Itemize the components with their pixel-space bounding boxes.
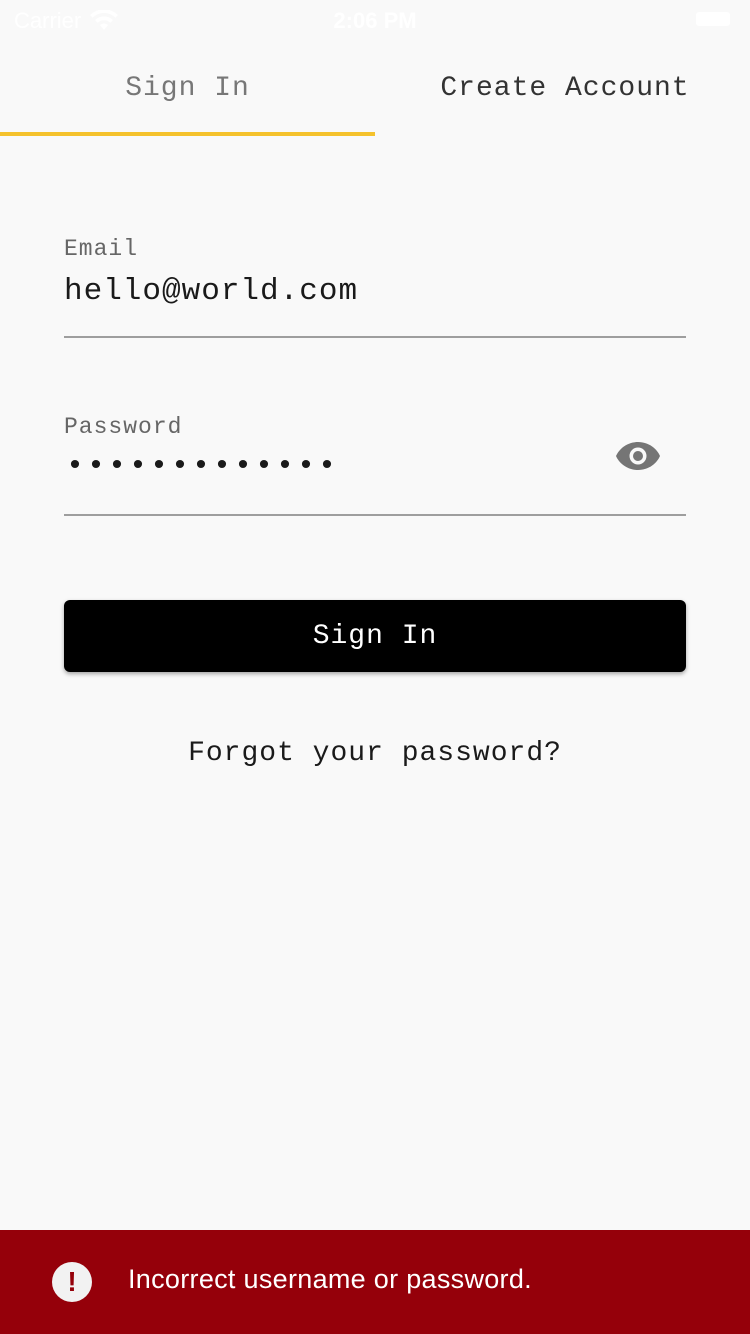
email-label: Email [64, 236, 139, 262]
email-input[interactable]: hello@world.com [64, 274, 358, 309]
tab-create-account-label: Create Account [440, 73, 690, 104]
password-label: Password [64, 414, 183, 440]
alert-circle-icon: ! [52, 1262, 92, 1302]
battery-icon [696, 12, 730, 26]
eye-icon[interactable] [615, 438, 661, 474]
error-banner: ! Incorrect username or password. [0, 1230, 750, 1334]
error-message: Incorrect username or password. [128, 1264, 532, 1294]
password-input[interactable]: ••••••••••••• [66, 450, 339, 484]
active-tab-indicator [0, 132, 375, 136]
forgot-password-link[interactable]: Forgot your password? [0, 738, 750, 769]
tab-sign-in[interactable]: Sign In [0, 58, 375, 136]
auth-tabs: Sign In Create Account [0, 58, 750, 136]
sign-in-button[interactable]: Sign In [64, 600, 686, 672]
email-field[interactable]: Email hello@world.com [64, 236, 686, 338]
password-field[interactable]: Password ••••••••••••• [64, 414, 686, 516]
tab-sign-in-label: Sign In [125, 73, 250, 104]
status-bar: Carrier 2:06 PM [0, 0, 750, 40]
tab-create-account[interactable]: Create Account [375, 58, 750, 136]
status-time: 2:06 PM [333, 8, 417, 33]
